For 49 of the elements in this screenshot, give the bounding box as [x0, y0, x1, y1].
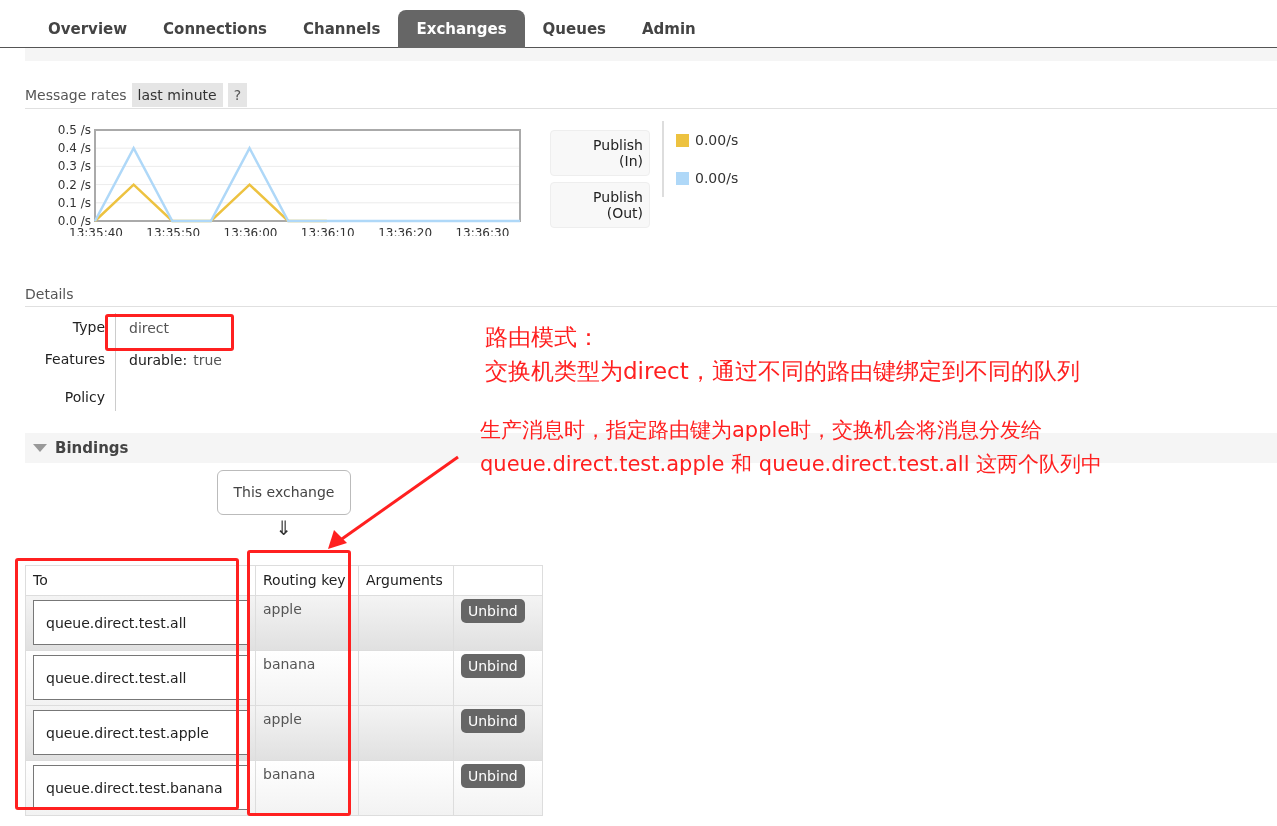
- help-button[interactable]: ?: [227, 83, 248, 107]
- queue-link[interactable]: queue.direct.test.banana: [33, 765, 248, 810]
- nav-tab[interactable]: Admin: [624, 10, 714, 48]
- unbind-button[interactable]: Unbind: [461, 764, 525, 788]
- table-cell: apple: [263, 711, 302, 727]
- legend-label: Publish (In): [592, 137, 643, 169]
- detail-value: direct: [129, 319, 170, 338]
- detail-label: Policy: [64, 388, 105, 407]
- detail-value: true: [193, 351, 222, 370]
- queue-link[interactable]: queue.direct.test.all: [33, 655, 248, 700]
- annotation-text: 交换机类型为direct，通过不同的路由键绑定到不同的队列: [485, 357, 1080, 386]
- y-tick-label: 0.1 /s: [57, 195, 91, 210]
- unbind-button[interactable]: Unbind: [461, 654, 525, 678]
- table-cell: banana: [263, 766, 316, 782]
- unbind-button[interactable]: Unbind: [461, 599, 525, 623]
- detail-label: Features: [44, 350, 105, 369]
- down-arrow: ⇓: [275, 515, 293, 541]
- column-header: To: [25, 565, 256, 596]
- legend-label: Publish (Out): [592, 189, 643, 221]
- nav-tab[interactable]: Channels: [285, 10, 399, 48]
- column-header: Arguments: [358, 565, 454, 596]
- section-label: Details: [25, 286, 74, 302]
- table-cell: apple: [263, 601, 302, 617]
- table-cell: banana: [263, 656, 316, 672]
- range-selector[interactable]: last minute: [131, 83, 223, 107]
- column-header: Routing key: [255, 565, 359, 596]
- y-tick-label: 0.0 /s: [57, 214, 91, 228]
- y-tick-label: 0.4 /s: [57, 141, 91, 156]
- detail-label: Type: [72, 318, 105, 337]
- y-tick-label: 0.2 /s: [57, 177, 91, 192]
- rate-value: 0.00/s: [695, 168, 739, 188]
- section-label: Message rates: [25, 85, 127, 105]
- unbind-button[interactable]: Unbind: [461, 709, 525, 733]
- nav-tab[interactable]: Queues: [524, 10, 624, 48]
- annotation-text: 生产消息时，指定路由键为apple时，交换机会将消息分发给: [480, 417, 1044, 444]
- section-title: Bindings: [55, 437, 129, 459]
- collapse-icon[interactable]: [33, 444, 47, 452]
- rate-value: 0.00/s: [695, 130, 739, 150]
- queue-link[interactable]: queue.direct.test.all: [33, 600, 248, 645]
- nav-tab[interactable]: Connections: [145, 10, 286, 48]
- nav-tab[interactable]: Overview: [30, 10, 146, 48]
- y-tick-label: 0.3 /s: [57, 159, 91, 174]
- y-tick-label: 0.5 /s: [57, 123, 91, 137]
- source-node: This exchange: [217, 470, 351, 515]
- feature-key: durable:: [129, 350, 188, 377]
- nav-tab[interactable]: Exchanges: [398, 10, 525, 48]
- annotation-text: 路由模式：: [485, 323, 601, 352]
- annotation-text: queue.direct.test.apple 和 queue.direct.test.all 这两个队列中: [480, 451, 1103, 478]
- queue-link[interactable]: queue.direct.test.apple: [33, 710, 248, 755]
